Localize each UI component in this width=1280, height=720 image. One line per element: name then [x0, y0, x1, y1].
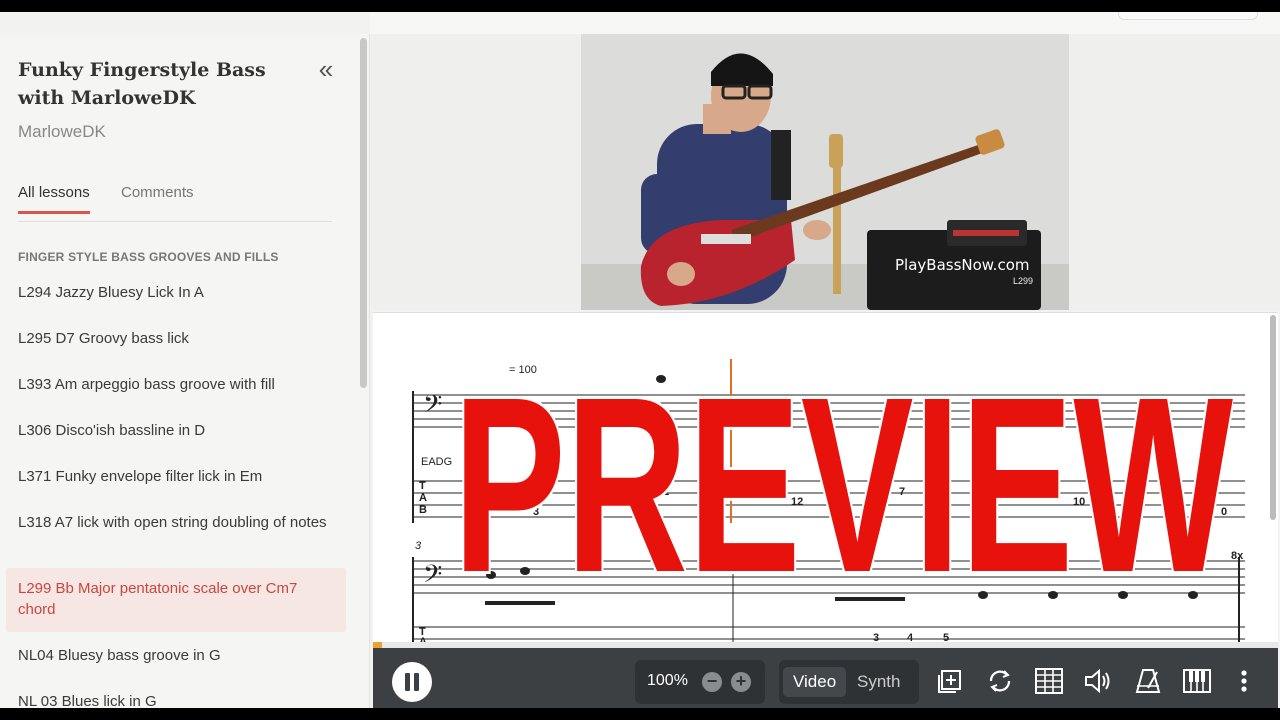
add-section-icon[interactable] — [935, 666, 965, 696]
list-item[interactable]: L318 A7 lick with open string doubling o… — [6, 512, 346, 533]
svg-text:𝄢: 𝄢 — [423, 560, 442, 595]
collapse-sidebar-icon[interactable]: « — [312, 56, 340, 82]
video-area: PlayBassNow.com L299 — [371, 34, 1280, 310]
list-item[interactable]: NL 03 Blues lick in G — [6, 691, 346, 708]
svg-text:B: B — [419, 504, 427, 516]
zoom-in-button[interactable]: + — [731, 672, 751, 692]
course-author[interactable]: MarloweDK — [18, 122, 106, 142]
sidebar: Funky Fingerstyle Bass with MarloweDK « … — [0, 34, 370, 708]
playback-mode: Video Synth — [779, 660, 919, 704]
metronome-icon[interactable] — [1133, 666, 1163, 696]
list-item-active[interactable]: L299 Bb Major pentatonic scale over Cm7 … — [6, 568, 346, 632]
video-watermark: PlayBassNow.com — [895, 256, 1030, 274]
course-title: Funky Fingerstyle Bass with MarloweDK — [18, 59, 266, 109]
list-item[interactable]: NL04 Bluesy bass groove in G — [6, 645, 346, 666]
preview-overlay: PREVIEW — [453, 345, 1233, 595]
tuning-label: EADG — [421, 456, 452, 468]
more-options-icon[interactable] — [1229, 666, 1259, 696]
measure-number: 3 — [415, 540, 422, 552]
pause-button[interactable] — [392, 662, 432, 702]
score-scrollbar[interactable] — [1270, 315, 1276, 520]
svg-text:𝄢: 𝄢 — [423, 390, 442, 425]
zoom-control: 100% − + — [635, 660, 765, 704]
preview-text: PREVIEW — [453, 345, 1233, 595]
app-window: Funky Fingerstyle Bass with MarloweDK « … — [0, 12, 1280, 708]
svg-text:T: T — [419, 480, 426, 492]
top-bar — [370, 12, 1280, 34]
list-item[interactable]: L306 Disco'ish bassline in D — [6, 420, 346, 441]
section-title: FINGER STYLE BASS GROOVES AND FILLS — [18, 250, 279, 264]
synth-mode-button[interactable]: Synth — [847, 667, 910, 697]
list-item[interactable]: L371 Funky envelope filter lick in Em — [6, 466, 346, 487]
pause-icon — [405, 673, 410, 691]
zoom-level: 100% — [647, 672, 688, 689]
lesson-video[interactable]: PlayBassNow.com L299 — [581, 34, 1069, 310]
sidebar-tabs: All lessons Comments — [18, 184, 332, 222]
list-item[interactable]: L294 Jazzy Bluesy Lick In A — [6, 282, 346, 303]
volume-icon[interactable] — [1083, 666, 1113, 696]
list-item[interactable]: L295 D7 Groovy bass lick — [6, 328, 346, 349]
notation-score[interactable]: 𝄢 𝄢 = 100 EADG 3 8x TAB TAB 3 12 12 7 10 — [373, 312, 1278, 648]
list-item[interactable]: L393 Am arpeggio bass groove with fill — [6, 374, 346, 395]
pause-icon — [414, 673, 419, 691]
tab-all-lessons[interactable]: All lessons — [18, 184, 90, 214]
loop-icon[interactable] — [985, 666, 1015, 696]
tab-comments[interactable]: Comments — [121, 184, 194, 211]
sidebar-scrollbar[interactable] — [360, 38, 367, 388]
svg-text:A: A — [419, 492, 427, 504]
video-watermark-sub: L299 — [1013, 276, 1034, 286]
zoom-out-button[interactable]: − — [702, 672, 722, 692]
video-mode-button[interactable]: Video — [783, 667, 847, 697]
player-toolbar: 100% − + Video Synth — [373, 648, 1278, 708]
piano-icon[interactable] — [1182, 666, 1212, 696]
top-pill[interactable] — [1118, 12, 1258, 20]
layout-grid-icon[interactable] — [1034, 666, 1064, 696]
